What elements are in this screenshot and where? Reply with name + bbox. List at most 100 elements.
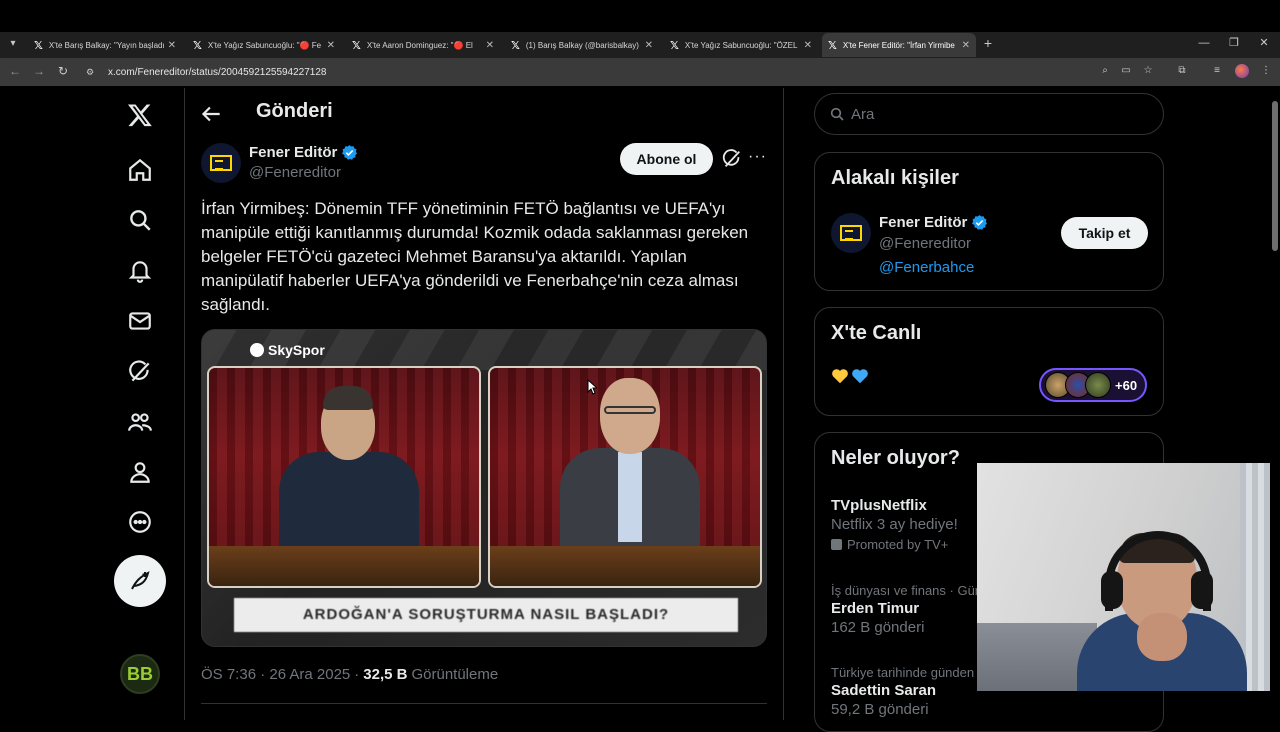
mouse-cursor-icon xyxy=(587,379,597,395)
related-avatar[interactable] xyxy=(831,213,871,253)
related-people-card: Alakalı kişiler Fener Editör @Feneredito… xyxy=(814,152,1164,291)
skyspor-logo-icon xyxy=(250,343,264,357)
profile-avatar-icon[interactable] xyxy=(1235,64,1249,78)
back-arrow-icon[interactable] xyxy=(198,101,224,127)
verified-badge-icon xyxy=(342,145,358,160)
scrollbar-thumb[interactable] xyxy=(1272,101,1278,251)
subscribe-button[interactable]: Abone ol xyxy=(620,143,713,175)
column-divider xyxy=(184,88,185,720)
messages-envelope-icon[interactable] xyxy=(114,299,166,343)
author-handle[interactable]: @Fenereditor xyxy=(249,164,341,181)
live-count: +60 xyxy=(1115,377,1138,393)
url-text: x.com/Fenereditor/status/200459212559422… xyxy=(108,66,327,78)
guest-person-left xyxy=(279,382,419,552)
video-lower-third: ARDOĞAN'A SORUŞTURMA NASIL BAŞLADI? xyxy=(234,598,738,632)
views-count: 32,5 B xyxy=(363,666,408,683)
grok-icon[interactable] xyxy=(114,350,166,394)
related-handle[interactable]: @Fenereditor xyxy=(879,235,971,252)
search-icon xyxy=(830,107,844,121)
author-avatar[interactable] xyxy=(201,143,241,183)
x-logo-icon: 𝕏 xyxy=(352,39,361,52)
browser-forward-icon[interactable]: → xyxy=(30,62,48,80)
browser-menu-icon[interactable]: ⋮ xyxy=(1258,63,1274,79)
trend-item[interactable]: Türkiye tarihinde günden Sadettin Saran … xyxy=(831,665,974,718)
related-name-row[interactable]: Fener Editör xyxy=(879,214,988,231)
author-name-row[interactable]: Fener Editör xyxy=(249,144,358,161)
home-icon[interactable] xyxy=(114,148,166,192)
browser-tab[interactable]: 𝕏 X'te Yağız Sabuncuoğlu: "🔴 Fe ✕ xyxy=(187,33,341,57)
post-meta: ÖS 7:36 · 26 Ara 2025 · 32,5 B Görüntüle… xyxy=(201,666,498,683)
x-home-logo-icon[interactable] xyxy=(114,93,166,137)
related-people-title: Alakalı kişiler xyxy=(831,167,959,189)
explore-search-icon[interactable] xyxy=(114,198,166,242)
x-logo-icon: 𝕏 xyxy=(34,39,43,52)
compose-post-button[interactable] xyxy=(114,555,166,607)
yellow-heart-icon xyxy=(831,368,849,384)
zoom-icon[interactable]: ⌕ xyxy=(1097,63,1113,79)
post-text: İrfan Yirmibeş: Dönemin TFF yönetiminin … xyxy=(201,199,749,314)
communities-icon[interactable] xyxy=(114,400,166,444)
notifications-bell-icon[interactable] xyxy=(114,249,166,293)
tab-close-icon[interactable]: ✕ xyxy=(962,40,970,51)
post-timestamp[interactable]: ÖS 7:36 · 26 Ara 2025 xyxy=(201,666,350,683)
webcam-overlay xyxy=(977,463,1280,691)
browser-back-icon[interactable]: ← xyxy=(6,62,24,80)
related-bio-link[interactable]: @Fenerbahce xyxy=(879,259,974,276)
follow-button[interactable]: Takip et xyxy=(1061,217,1148,249)
divider xyxy=(201,703,767,704)
x-logo-icon: 𝕏 xyxy=(670,39,679,52)
browser-tab[interactable]: 𝕏 X'te Yağız Sabuncuoğlu: "ÖZEL ✕ xyxy=(664,33,818,57)
minimize-icon[interactable]: — xyxy=(1197,34,1211,54)
tab-search-dropdown[interactable]: ▾ xyxy=(4,35,22,53)
browser-tab[interactable]: 𝕏 (1) Barış Balkay (@barisbalkay) / ✕ xyxy=(505,33,659,57)
tab-close-icon[interactable]: ✕ xyxy=(327,40,335,51)
trend-item[interactable]: TVplusNetflix Netflix 3 ay hediye! Promo… xyxy=(831,495,958,552)
video-panel-left xyxy=(207,366,481,588)
bookmark-star-icon[interactable]: ☆ xyxy=(1140,63,1156,79)
more-circle-icon[interactable] xyxy=(114,500,166,544)
column-divider xyxy=(783,88,784,720)
trend-item[interactable]: İş dünyası ve finans · Gün Erden Timur 1… xyxy=(831,583,982,636)
browser-tab-active[interactable]: 𝕏 X'te Fener Editör: "İrfan Yirmibe ✕ xyxy=(822,33,976,57)
reading-list-icon[interactable]: ≡ xyxy=(1209,63,1225,79)
account-avatar[interactable]: BB xyxy=(120,654,160,694)
grok-explain-icon[interactable] xyxy=(721,148,743,170)
tab-close-icon[interactable]: ✕ xyxy=(804,40,812,51)
live-on-x-card: X'te Canlı +60 xyxy=(814,307,1164,416)
tab-close-icon[interactable]: ✕ xyxy=(168,40,176,51)
tab-close-icon[interactable]: ✕ xyxy=(486,40,494,51)
author-name[interactable]: Fener Editör xyxy=(249,144,337,161)
blue-heart-icon xyxy=(851,368,869,384)
verified-badge-icon xyxy=(972,215,988,230)
x-logo-icon: 𝕏 xyxy=(511,39,520,52)
maximize-icon[interactable]: ❐ xyxy=(1227,34,1241,54)
page-title: Gönderi xyxy=(256,100,333,122)
search-input[interactable] xyxy=(851,105,1131,123)
window-close-icon[interactable]: ✕ xyxy=(1257,34,1271,54)
browser-tab[interactable]: 𝕏 X'te Aaron Dominguez: "🔴 El ✕ xyxy=(346,33,500,57)
new-tab-button[interactable]: + xyxy=(981,34,995,54)
tab-close-icon[interactable]: ✕ xyxy=(645,40,653,51)
x-logo-icon: 𝕏 xyxy=(193,39,202,52)
fener-editor-logo-icon xyxy=(210,155,232,171)
trends-title: Neler oluyor? xyxy=(831,447,960,469)
live-emojis xyxy=(831,368,871,384)
live-spaces-pill[interactable]: +60 xyxy=(1039,368,1147,402)
site-info-icon[interactable]: ⚙ xyxy=(86,67,102,78)
promoted-label: Promoted by TV+ xyxy=(831,537,958,552)
related-name[interactable]: Fener Editör xyxy=(879,214,967,231)
url-field[interactable]: ⚙ x.com/Fenereditor/status/2004592125594… xyxy=(80,61,1260,83)
fener-editor-logo-icon xyxy=(840,225,862,241)
profile-person-icon[interactable] xyxy=(114,450,166,494)
cast-icon[interactable]: ▭ xyxy=(1118,63,1134,79)
reload-icon[interactable]: ↻ xyxy=(54,62,72,80)
skyspor-logo: SkySpor xyxy=(250,342,325,358)
browser-tab[interactable]: 𝕏 X'te Barış Balkay: "Yayın başladı ✕ xyxy=(28,33,182,57)
x-logo-icon: 𝕏 xyxy=(828,39,837,52)
extensions-icon[interactable]: ⧉ xyxy=(1174,63,1190,79)
post-more-options-icon[interactable]: ··· xyxy=(748,148,768,168)
post-video[interactable]: SkySpor ARDOĞAN'A SORUŞTURMA NASIL BAŞLA… xyxy=(201,329,767,647)
search-box[interactable] xyxy=(814,93,1164,135)
live-title: X'te Canlı xyxy=(831,322,922,344)
guest-person-right xyxy=(560,372,700,552)
